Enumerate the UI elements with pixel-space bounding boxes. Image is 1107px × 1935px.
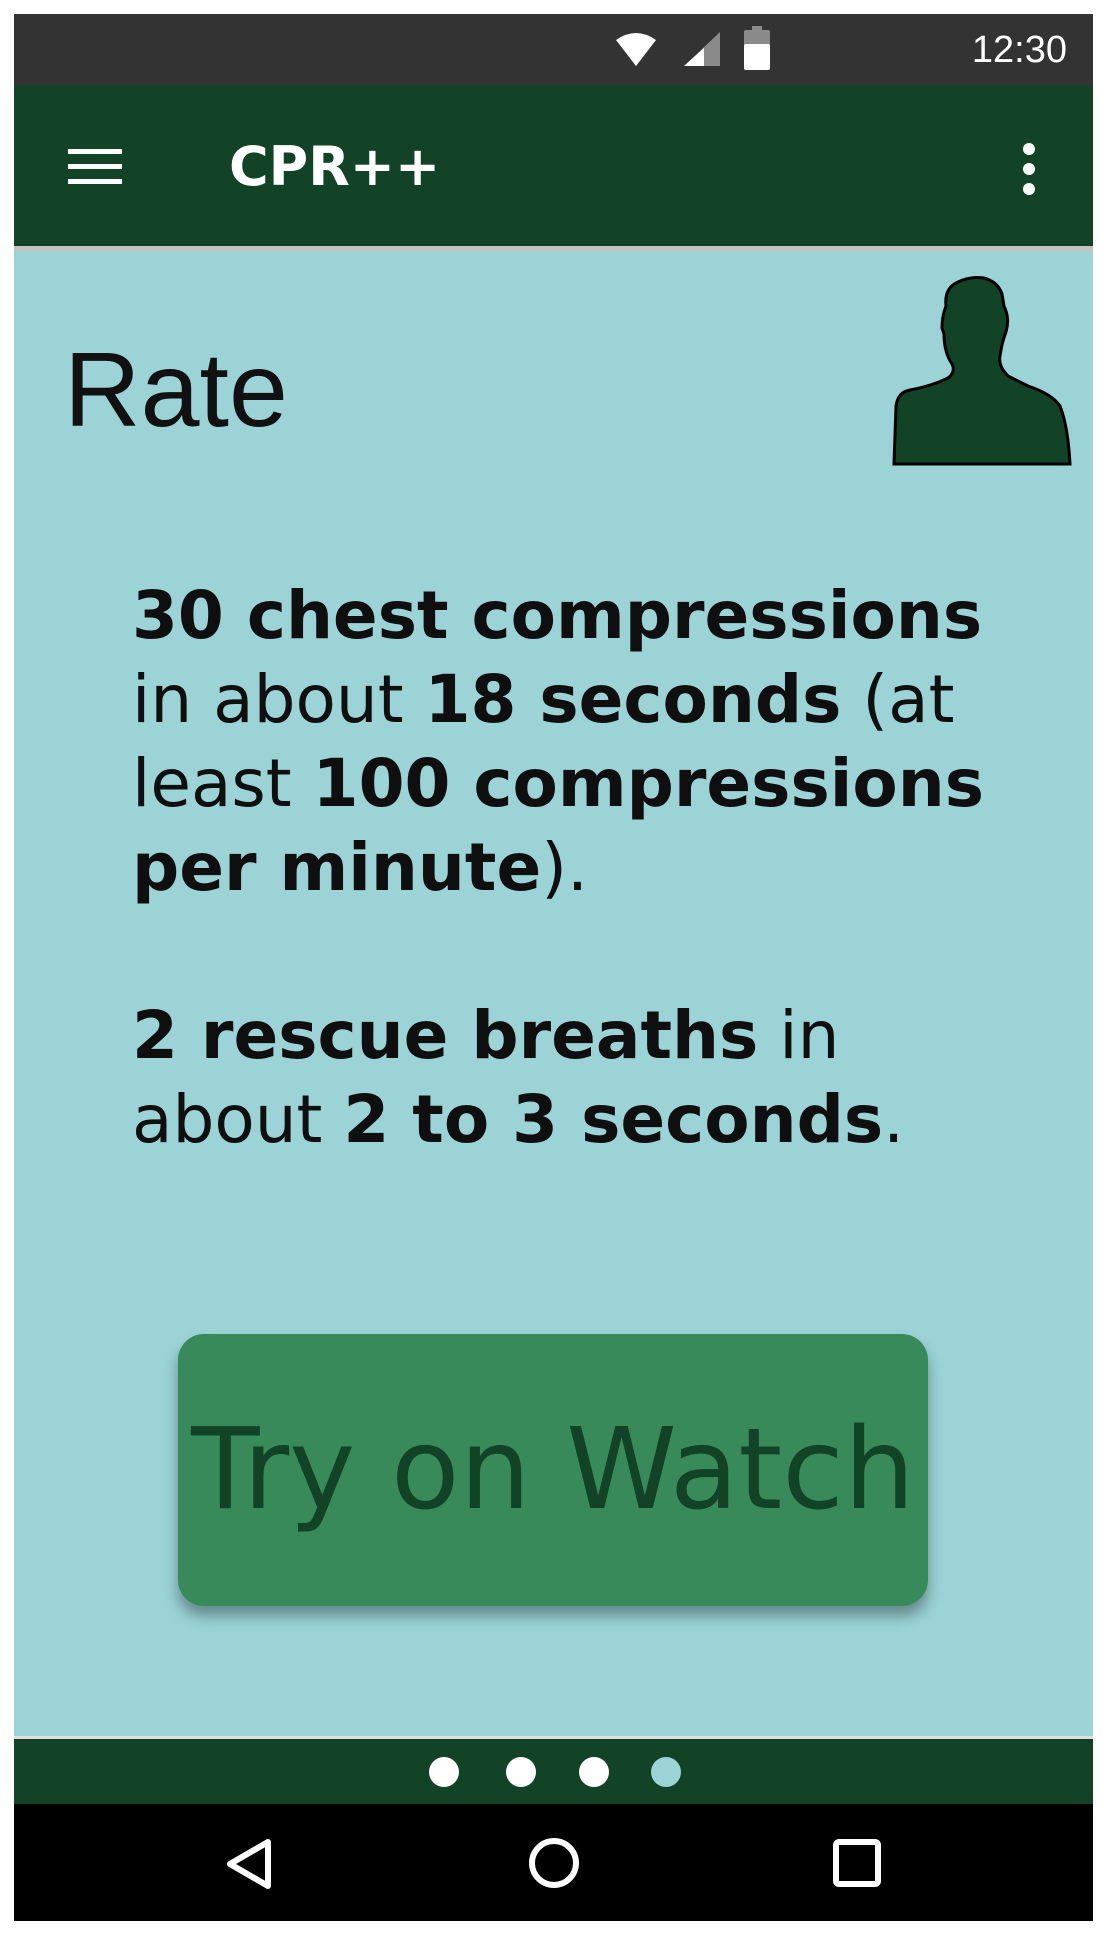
page-dot-4-active[interactable] xyxy=(651,1757,681,1787)
wifi-icon xyxy=(616,33,656,66)
app-title: CPR++ xyxy=(229,135,441,198)
page-dot-1[interactable] xyxy=(429,1757,459,1787)
page-heading: Rate xyxy=(64,331,288,449)
system-nav-bar xyxy=(14,1804,1093,1921)
compressions-count: 30 chest compressions xyxy=(132,577,983,654)
compressions-duration: 18 seconds xyxy=(424,661,842,738)
page-indicator xyxy=(14,1736,1093,1804)
hamburger-menu-icon xyxy=(68,149,122,184)
text-segment: ). xyxy=(541,829,588,906)
home-icon[interactable] xyxy=(527,1836,581,1890)
phone-screen: 12:30 CPR++ Rate 30 chest compressions i… xyxy=(14,14,1093,1921)
page-dot-3[interactable] xyxy=(579,1757,609,1787)
back-icon[interactable] xyxy=(224,1838,274,1890)
status-bar: 12:30 xyxy=(14,14,1093,85)
page-dot-2[interactable] xyxy=(506,1757,536,1787)
menu-button[interactable] xyxy=(66,145,126,189)
overflow-menu-button[interactable] xyxy=(1014,140,1044,200)
breaths-count: 2 rescue breaths xyxy=(132,997,759,1074)
battery-icon xyxy=(744,26,770,70)
cell-signal-icon xyxy=(684,32,720,66)
text-segment: in about xyxy=(132,661,425,738)
recents-icon[interactable] xyxy=(832,1838,882,1888)
breaths-paragraph: 2 rescue breaths in about 2 to 3 seconds… xyxy=(132,994,1032,1162)
text-segment: . xyxy=(883,1081,905,1158)
breaths-duration: 2 to 3 seconds xyxy=(343,1081,884,1158)
rate-instructions: 30 chest compressions in about 18 second… xyxy=(132,574,1032,1162)
more-vertical-icon xyxy=(1023,143,1035,195)
status-time: 12:30 xyxy=(971,29,1067,71)
compressions-paragraph: 30 chest compressions in about 18 second… xyxy=(132,574,1032,910)
person-silhouette-icon[interactable] xyxy=(892,276,1072,466)
try-on-watch-button[interactable]: Try on Watch xyxy=(178,1334,928,1606)
app-bar: CPR++ xyxy=(14,85,1093,251)
